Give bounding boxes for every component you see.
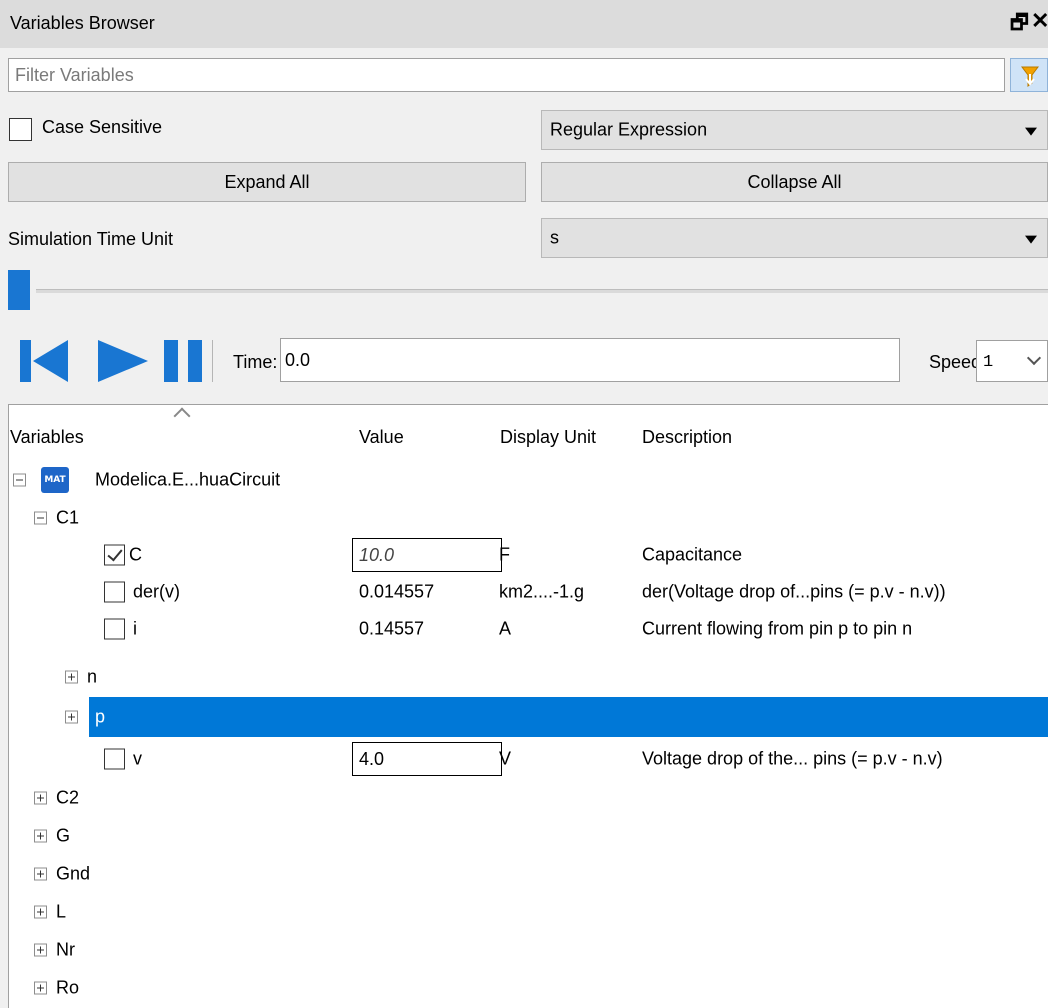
variable-name: C	[129, 544, 142, 565]
collapse-toggle-icon[interactable]	[34, 511, 47, 525]
tree-node-label: Gnd	[56, 863, 91, 884]
expand-toggle-icon[interactable]	[34, 829, 47, 843]
speed-value: 1	[983, 353, 994, 372]
chevron-down-icon	[1026, 350, 1042, 366]
time-slider-handle[interactable]	[8, 270, 30, 310]
expand-toggle-icon[interactable]	[34, 867, 47, 881]
rewind-button[interactable]	[18, 336, 70, 386]
tree-row-root[interactable]: MAT Modelica.E...huaCircuit	[9, 460, 1048, 500]
tree-node-label: p	[95, 706, 106, 727]
tree-row-gnd[interactable]: Gnd	[9, 854, 1048, 894]
column-header-value[interactable]: Value	[359, 427, 404, 448]
tree-node-label: L	[56, 901, 67, 922]
plot-checkbox[interactable]	[104, 581, 125, 603]
tree-node-label: G	[56, 825, 71, 846]
filter-button[interactable]	[1010, 58, 1048, 92]
tree-row-l[interactable]: L	[9, 892, 1048, 932]
expand-toggle-icon[interactable]	[65, 670, 78, 684]
play-icon	[98, 340, 148, 382]
tree-row-c1[interactable]: C1	[9, 498, 1048, 538]
close-icon[interactable]: ✕	[1031, 8, 1048, 34]
variable-value: 0.14557	[359, 618, 425, 639]
display-unit: km2....-1.g	[499, 581, 585, 602]
match-mode-select[interactable]: Regular Expression	[541, 110, 1048, 150]
plot-checkbox[interactable]	[104, 618, 125, 640]
display-unit: A	[499, 618, 512, 639]
collapse-toggle-icon[interactable]	[13, 473, 26, 487]
tree-row-c1-p[interactable]: p	[9, 697, 1048, 737]
description: Voltage drop of the... pins (= p.v - n.v…	[642, 748, 943, 769]
tree-row-g[interactable]: G	[9, 816, 1048, 856]
time-input[interactable]	[280, 338, 900, 382]
variable-name: i	[133, 618, 137, 639]
tree-node-label: Modelica.E...huaCircuit	[95, 469, 281, 490]
float-window-icon[interactable]: 🗗	[1010, 8, 1029, 42]
dropdown-arrow-icon	[1025, 235, 1037, 244]
filter-variables-input[interactable]	[8, 58, 1005, 92]
tree-node-label: Ro	[56, 977, 80, 998]
expand-toggle-icon[interactable]	[65, 710, 78, 724]
time-label: Time:	[233, 352, 278, 372]
plot-checkbox[interactable]	[104, 748, 125, 770]
panel-title: Variables Browser	[10, 13, 155, 33]
tree-row-nr[interactable]: Nr	[9, 930, 1048, 970]
description: Capacitance	[642, 544, 743, 565]
collapse-all-button[interactable]: Collapse All	[541, 162, 1048, 202]
variable-value: 0.014557	[359, 581, 435, 602]
dropdown-arrow-icon	[1025, 127, 1037, 136]
tree-row-c1-i[interactable]: i 0.14557 A Current flowing from pin p t…	[9, 609, 1048, 649]
case-sensitive-checkbox[interactable]	[9, 118, 32, 141]
simulation-time-unit-label: Simulation Time Unit	[8, 229, 174, 249]
tree-node-label: n	[87, 666, 98, 687]
tree-row-c1-n[interactable]: n	[9, 657, 1048, 697]
description: der(Voltage drop of...pins (= p.v - n.v)…	[642, 581, 946, 602]
skip-back-icon	[20, 340, 68, 382]
tree-row-c2[interactable]: C2	[9, 778, 1048, 818]
tree-node-label: Nr	[56, 939, 75, 960]
expand-toggle-icon[interactable]	[34, 981, 47, 995]
pause-button[interactable]	[162, 336, 204, 386]
tree-row-c1-v[interactable]: v 4.0 V Voltage drop of the... pins (= p…	[9, 739, 1048, 779]
tree-row-c1-der-v[interactable]: der(v) 0.014557 km2....-1.g der(Voltage …	[9, 572, 1048, 612]
time-unit-select[interactable]: s	[541, 218, 1048, 258]
tree-row-ro[interactable]: Ro	[9, 968, 1048, 1008]
variable-name: der(v)	[133, 581, 181, 602]
variable-name: v	[133, 748, 142, 769]
case-sensitive-label: Case Sensitive	[42, 117, 163, 137]
match-mode-value: Regular Expression	[550, 119, 708, 140]
column-header-variables[interactable]: Variables	[10, 427, 84, 448]
tree-row-c1-c[interactable]: C 10.0 F Capacitance	[9, 535, 1048, 575]
play-button[interactable]	[94, 336, 150, 386]
expand-toggle-icon[interactable]	[34, 905, 47, 919]
expand-toggle-icon[interactable]	[34, 943, 47, 957]
pause-icon	[164, 340, 202, 382]
expand-all-button[interactable]: Expand All	[8, 162, 526, 202]
time-slider-track[interactable]	[36, 289, 1048, 293]
time-unit-value: s	[550, 227, 559, 248]
funnel-arrow-icon	[1021, 66, 1039, 87]
tree-node-label: C2	[56, 787, 80, 808]
description: Current flowing from pin p to pin n	[642, 618, 913, 639]
plot-checkbox[interactable]	[104, 544, 125, 566]
toolbar-separator	[212, 340, 213, 382]
tree-node-label: C1	[56, 507, 80, 528]
value-editor[interactable]: 4.0	[352, 742, 502, 776]
expand-toggle-icon[interactable]	[34, 791, 47, 805]
value-editor[interactable]: 10.0	[352, 538, 502, 572]
column-header-display-unit[interactable]: Display Unit	[500, 427, 596, 448]
display-unit: V	[499, 748, 512, 769]
display-unit: F	[499, 544, 510, 565]
mat-file-icon: MAT	[41, 467, 69, 493]
panel-title-bar	[0, 0, 1048, 48]
speed-select[interactable]: 1	[976, 340, 1048, 382]
column-header-description[interactable]: Description	[642, 427, 732, 448]
